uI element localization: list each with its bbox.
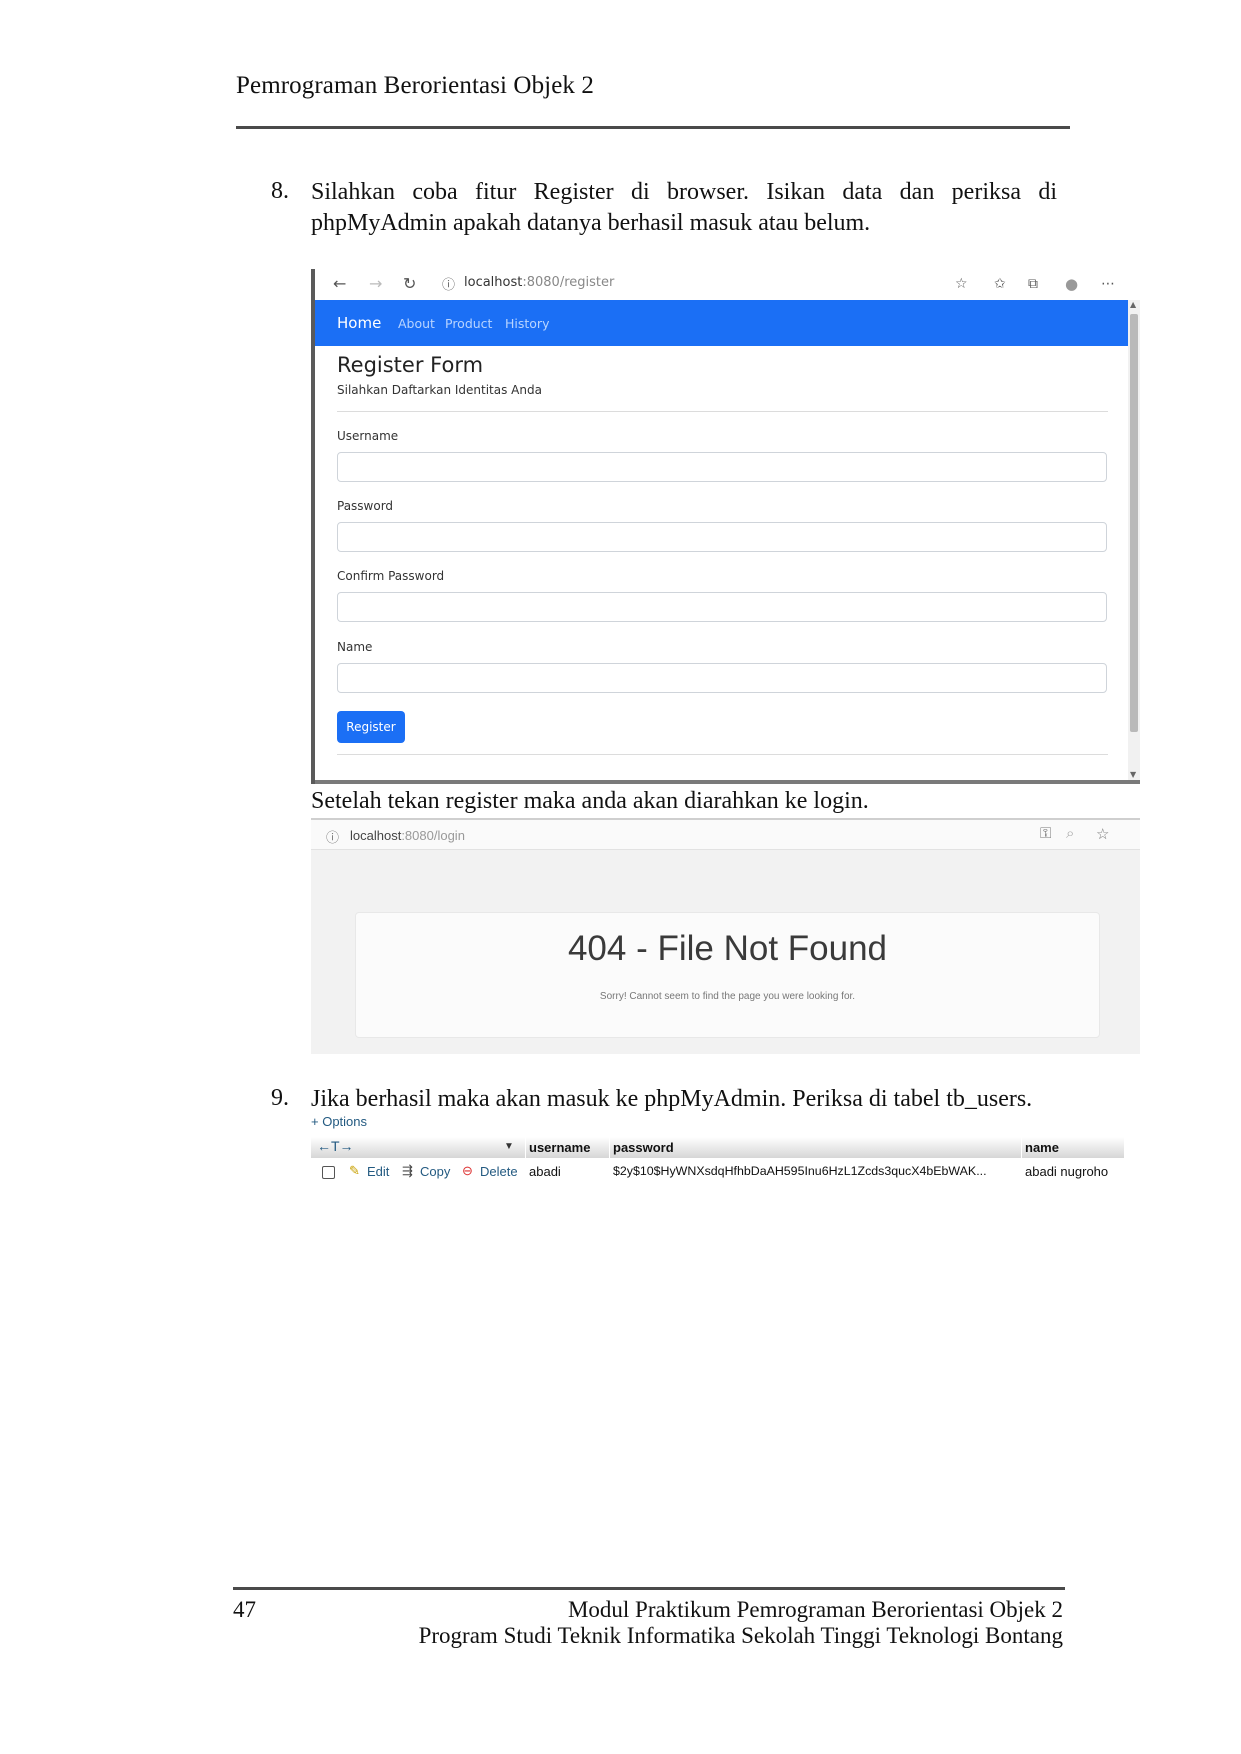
row-checkbox[interactable]	[322, 1166, 335, 1179]
forward-arrow-icon[interactable]: →	[369, 273, 382, 295]
step-9-text: Jika berhasil maka akan masuk ke phpMyAd…	[311, 1086, 1033, 1112]
column-arrows-icon[interactable]: ←T→	[317, 1138, 354, 1154]
more-menu-icon[interactable]: ⋯	[1101, 273, 1115, 295]
back-arrow-icon[interactable]: ←	[333, 273, 346, 295]
info-icon: ⓘ	[442, 278, 456, 293]
delete-link[interactable]: Delete	[480, 1164, 518, 1179]
password-input[interactable]	[337, 522, 1107, 552]
window-bottom-edge	[315, 780, 1140, 784]
delete-icon[interactable]: ⊖	[462, 1163, 473, 1179]
cell-name: abadi nugroho	[1025, 1164, 1109, 1179]
form-divider-bottom	[337, 754, 1108, 755]
column-header-username[interactable]: username	[529, 1140, 590, 1155]
step-9-number: 9.	[271, 1085, 289, 1111]
address-url[interactable]: localhost:8080/login	[350, 828, 465, 843]
step-8-text-line1: Silahkan coba fitur Register di browser.…	[311, 179, 1057, 205]
column-separator	[1021, 1137, 1022, 1158]
column-header-name[interactable]: name	[1025, 1140, 1059, 1155]
footer-institution: Program Studi Teknik Informatika Sekolah…	[418, 1623, 1063, 1648]
form-subtitle: Silahkan Daftarkan Identitas Anda	[337, 383, 542, 397]
register-button[interactable]: Register	[337, 711, 405, 743]
browser-toolbar: ← → ↻ ⓘ localhost:8080/register ☆ ✩ ⧉ ● …	[315, 269, 1140, 301]
table-header: ←T→ ▼ username password name	[311, 1137, 1124, 1158]
cell-password: $2y$10$HyWNXsdqHfhbDaAH595Inu6HzL1Zcds3q…	[613, 1164, 987, 1178]
copy-link[interactable]: Copy	[420, 1164, 450, 1179]
name-input[interactable]	[337, 663, 1107, 693]
page-scrollbar[interactable]: ▲ ▼	[1128, 300, 1140, 784]
form-title: Register Form	[337, 353, 484, 377]
cell-username: abadi	[529, 1164, 561, 1179]
profile-avatar-icon[interactable]: ●	[1065, 273, 1078, 295]
nav-product-link[interactable]: Product	[445, 316, 492, 331]
key-icon[interactable]: ⚿	[1040, 825, 1051, 842]
site-navbar: Home About Product History	[315, 300, 1128, 346]
info-icon: ⓘ	[326, 830, 340, 845]
nav-about-link[interactable]: About	[398, 316, 435, 331]
column-separator	[609, 1137, 610, 1158]
form-divider-top	[337, 411, 1108, 412]
address-bar[interactable]: ⓘ localhost:8080/register	[436, 272, 871, 294]
address-url: localhost:8080/register	[464, 275, 615, 290]
collections-icon[interactable]: ⧉	[1028, 273, 1038, 295]
error-card: 404 - File Not Found Sorry! Cannot seem …	[355, 912, 1100, 1038]
error-title: 404 - File Not Found	[567, 929, 888, 968]
nav-history-link[interactable]: History	[505, 316, 549, 331]
login-404-screenshot: ⓘ localhost:8080/login ⚿ ⌕ ☆ 404 - File …	[311, 818, 1140, 1054]
header-rule	[236, 126, 1070, 129]
reload-icon[interactable]: ↻	[403, 273, 416, 295]
sort-dropdown-icon[interactable]: ▼	[504, 1141, 514, 1152]
register-screenshot: ← → ↻ ⓘ localhost:8080/register ☆ ✩ ⧉ ● …	[311, 269, 1140, 784]
nav-home-link[interactable]: Home	[337, 314, 381, 332]
name-label: Name	[337, 640, 373, 654]
step-8-text-line2: phpMyAdmin apakah datanya berhasil masuk…	[311, 210, 871, 236]
footer-rule	[233, 1587, 1065, 1590]
username-label: Username	[337, 429, 399, 443]
scroll-down-icon[interactable]: ▼	[1130, 770, 1136, 779]
zoom-icon[interactable]: ⌕	[1066, 825, 1074, 842]
password-label: Password	[337, 499, 394, 513]
error-message: Sorry! Cannot seem to find the page you …	[599, 991, 856, 1002]
pencil-icon[interactable]: ✎	[349, 1163, 360, 1179]
table-row: ✎ Edit ⇶ Copy ⊖ Delete abadi $2y$10$HyWN…	[311, 1158, 1124, 1184]
browser-toolbar: ⓘ localhost:8080/login ⚿ ⌕ ☆	[311, 818, 1140, 850]
column-separator	[525, 1137, 526, 1158]
favorite-add-icon[interactable]: ☆	[955, 273, 968, 295]
confirm-password-label: Confirm Password	[337, 569, 445, 583]
scrollbar-thumb[interactable]	[1130, 314, 1138, 732]
scroll-up-icon[interactable]: ▲	[1130, 300, 1136, 309]
edit-link[interactable]: Edit	[367, 1164, 389, 1179]
copy-icon[interactable]: ⇶	[402, 1163, 413, 1179]
page-number: 47	[233, 1597, 256, 1622]
confirm-password-input[interactable]	[337, 592, 1107, 622]
running-header: Pemrograman Berorientasi Objek 2	[236, 72, 594, 99]
redirect-note: Setelah tekan register maka anda akan di…	[311, 788, 869, 814]
favorites-icon[interactable]: ✩	[994, 273, 1006, 295]
step-8-number: 8.	[271, 178, 289, 204]
column-header-password[interactable]: password	[613, 1140, 674, 1155]
username-input[interactable]	[337, 452, 1107, 482]
star-icon[interactable]: ☆	[1096, 825, 1109, 843]
options-link[interactable]: + Options	[311, 1114, 367, 1129]
phpmyadmin-screenshot: + Options ←T→ ▼ username password name ✎…	[311, 1114, 1124, 1184]
footer-module-title: Modul Praktikum Pemrograman Berorientasi…	[567, 1597, 1063, 1622]
